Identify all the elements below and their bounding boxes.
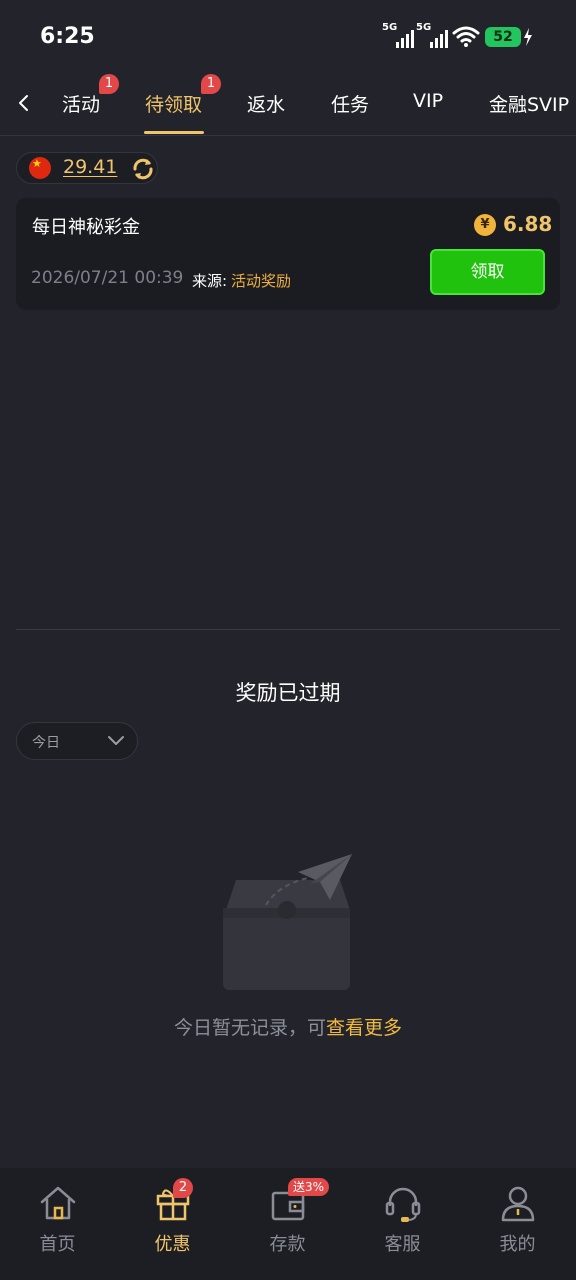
nav-customer-service[interactable]: 客服 <box>345 1168 460 1280</box>
reward-source-label: 来源: <box>192 272 228 290</box>
user-icon <box>501 1186 535 1222</box>
view-more-link[interactable]: 查看更多 <box>326 1017 402 1039</box>
reward-source-value: 活动奖励 <box>231 272 292 290</box>
bottom-nav-bar: 首页 2 优惠 送3% 存款 客服 我的 <box>0 1168 576 1280</box>
date-filter-dropdown[interactable]: 今日 <box>16 722 138 760</box>
deposit-promo-badge: 送3% <box>288 1178 330 1196</box>
tab-pending-claim-badge: 1 <box>201 74 221 94</box>
reward-date: 2026/07/21 00:39 <box>31 268 184 288</box>
yuan-coin-icon: ¥ <box>474 214 496 236</box>
nav-deposit[interactable]: 送3% 存款 <box>230 1168 345 1280</box>
status-time: 6:25 <box>40 24 95 49</box>
home-icon <box>40 1186 76 1220</box>
nav-deposit-label: 存款 <box>269 1234 306 1255</box>
reward-title: 每日神秘彩金 <box>32 217 140 238</box>
network-type-label: 5G <box>382 22 398 33</box>
china-flag-icon: ★ <box>29 157 51 179</box>
expired-section-title: 奖励已过期 <box>235 681 341 705</box>
nav-promotions-label: 优惠 <box>154 1234 191 1255</box>
wifi-icon <box>452 26 480 47</box>
nav-promotions-badge: 2 <box>173 1178 193 1198</box>
charging-bolt-icon <box>524 28 532 46</box>
nav-home[interactable]: 首页 <box>0 1168 115 1280</box>
tab-pending-claim[interactable]: 待领取 <box>145 90 202 117</box>
top-tab-bar: 活动 1 待领取 1 返水 任务 VIP 金融SVIP <box>0 72 576 136</box>
tab-rebate[interactable]: 返水 <box>247 90 285 117</box>
refresh-icon[interactable] <box>131 157 155 181</box>
date-filter-value: 今日 <box>32 735 60 751</box>
balance-pill: ★ 29.41 <box>16 152 158 184</box>
tab-finance-svip[interactable]: 金融SVIP <box>489 90 569 117</box>
headset-icon <box>385 1187 421 1222</box>
chevron-down-icon <box>108 736 124 745</box>
cell-signal-icon: 5G <box>382 22 418 48</box>
tab-vip[interactable]: VIP <box>413 90 443 112</box>
section-divider <box>16 629 560 630</box>
empty-state-text: 今日暂无记录，可 <box>173 1017 326 1039</box>
battery-indicator: 52 <box>485 27 521 47</box>
back-arrow-icon[interactable] <box>12 88 36 118</box>
active-tab-indicator <box>144 131 204 134</box>
tab-activities-badge: 1 <box>99 74 119 94</box>
claim-button[interactable]: 领取 <box>430 249 545 295</box>
nav-customer-service-label: 客服 <box>384 1234 421 1255</box>
status-bar: 6:25 5G 5G 52 <box>0 0 576 72</box>
empty-box-illustration <box>223 854 352 990</box>
empty-state-message: 今日暂无记录，可查看更多 <box>0 1013 576 1040</box>
balance-amount[interactable]: 29.41 <box>63 156 117 178</box>
nav-promotions[interactable]: 2 优惠 <box>115 1168 230 1280</box>
nav-home-label: 首页 <box>39 1234 76 1255</box>
reward-card: 每日神秘彩金 ¥ 6.88 2026/07/21 00:39 来源: 活动奖励 … <box>16 198 560 310</box>
cell-signal-icon: 5G <box>416 22 452 48</box>
tab-tasks[interactable]: 任务 <box>331 90 369 117</box>
network-type-label: 5G <box>416 22 432 33</box>
reward-amount: 6.88 <box>503 212 553 236</box>
tab-activities[interactable]: 活动 <box>62 90 100 117</box>
app-screen: 6:25 5G 5G 52 活动 1 待领取 1 返水 任务 VIP 金融SVI… <box>0 0 576 1280</box>
nav-profile-label: 我的 <box>499 1234 536 1255</box>
nav-profile[interactable]: 我的 <box>460 1168 575 1280</box>
